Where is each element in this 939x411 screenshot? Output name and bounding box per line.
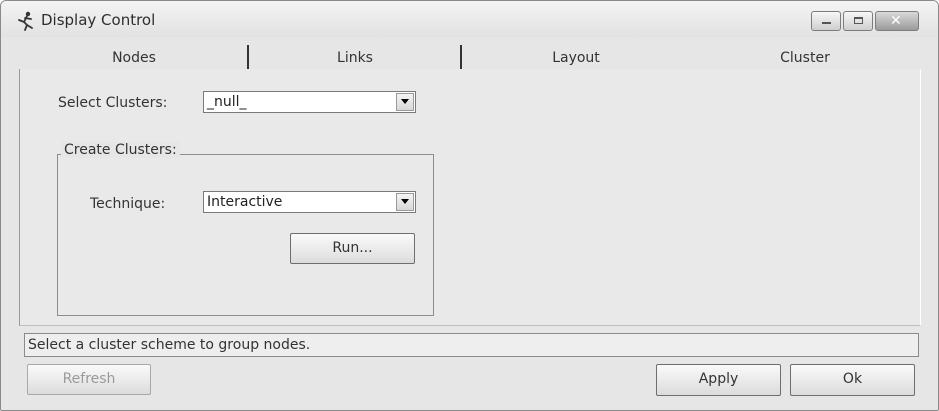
window-title: Display Control	[41, 11, 156, 29]
ok-button[interactable]: Ok	[790, 364, 915, 396]
create-clusters-legend: Create Clusters:	[61, 142, 180, 158]
select-clusters-dropdown[interactable]: _null_	[203, 91, 416, 113]
maximize-button[interactable]	[843, 11, 873, 31]
tab-bar: Nodes Links Layout Cluster	[19, 41, 919, 71]
refresh-button[interactable]: Refresh	[27, 364, 151, 395]
technique-dropdown[interactable]: Interactive	[203, 191, 416, 213]
tab-links[interactable]: Links	[249, 41, 461, 71]
dropdown-arrow-button[interactable]	[396, 93, 414, 111]
apply-button[interactable]: Apply	[656, 364, 781, 396]
running-figure-icon	[18, 11, 33, 31]
maximize-icon	[854, 17, 863, 24]
tab-cluster[interactable]: Cluster	[691, 41, 919, 71]
minimize-button[interactable]	[811, 11, 841, 31]
select-clusters-label: Select Clusters:	[58, 95, 168, 111]
tab-layout[interactable]: Layout	[461, 41, 691, 71]
chevron-down-icon	[401, 99, 409, 104]
display-control-window: Display Control ✕ Nodes Links Layout Clu…	[0, 0, 939, 411]
select-clusters-value: _null_	[207, 94, 247, 110]
dropdown-arrow-button[interactable]	[396, 193, 414, 211]
technique-label: Technique:	[90, 196, 166, 212]
minimize-icon	[822, 22, 831, 24]
tab-nodes[interactable]: Nodes	[19, 41, 249, 71]
close-button[interactable]: ✕	[875, 11, 919, 31]
run-button[interactable]: Run...	[290, 233, 415, 264]
technique-value: Interactive	[207, 194, 283, 210]
status-bar: Select a cluster scheme to group nodes.	[24, 333, 919, 357]
title-bar[interactable]: Display Control ✕	[1, 1, 938, 37]
chevron-down-icon	[401, 199, 409, 204]
close-icon: ✕	[890, 13, 902, 29]
status-text: Select a cluster scheme to group nodes.	[28, 337, 311, 353]
